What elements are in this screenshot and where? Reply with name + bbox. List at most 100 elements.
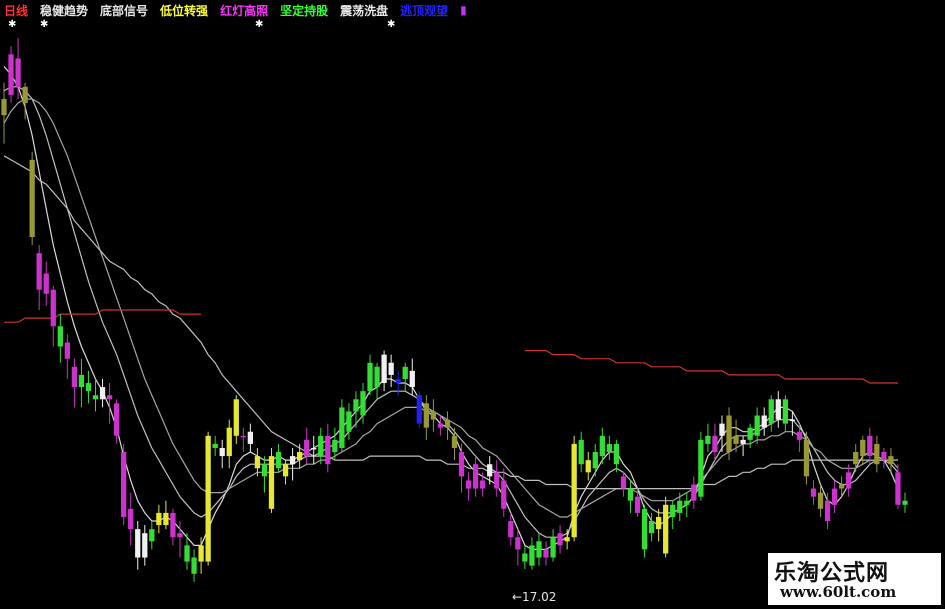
candle-body	[578, 439, 584, 465]
candle-body	[508, 521, 514, 538]
candle	[191, 549, 197, 582]
candle-body	[92, 395, 99, 400]
candle-body	[50, 289, 56, 327]
candle	[247, 423, 254, 453]
candle	[121, 443, 127, 526]
candle-body	[261, 464, 268, 477]
candle-body	[529, 545, 535, 566]
period-label[interactable]: 日线	[4, 2, 28, 19]
candle-body	[297, 452, 303, 461]
candle-body	[268, 456, 275, 509]
candle-body	[240, 435, 246, 438]
candle-body	[803, 439, 810, 477]
candle	[142, 525, 148, 566]
candle-body	[768, 399, 774, 424]
candle-body	[853, 452, 859, 465]
candle-body	[36, 253, 42, 290]
candle	[684, 492, 690, 517]
candle-body	[332, 439, 338, 453]
candle-body	[620, 476, 627, 489]
candle-body	[416, 395, 422, 424]
candle-body	[339, 407, 345, 448]
candle-body	[381, 354, 387, 384]
watermark: 乐淘公式网 www.60lt.com	[768, 553, 941, 605]
candle-body	[839, 484, 845, 489]
candle	[374, 362, 380, 400]
legend-low-turn-strong: 低位转强	[160, 3, 209, 18]
candle	[402, 362, 408, 392]
candle-body	[655, 516, 662, 530]
candle	[585, 452, 591, 481]
candle	[212, 435, 218, 457]
candle-body	[15, 58, 21, 87]
candle	[339, 399, 345, 453]
candle	[501, 468, 507, 517]
candle-body	[613, 443, 620, 465]
candle	[613, 439, 620, 473]
candle	[691, 476, 697, 509]
candle-body	[437, 423, 444, 428]
candle	[543, 541, 549, 566]
candle	[782, 395, 788, 432]
candle	[557, 525, 563, 554]
candle	[761, 407, 767, 436]
candle-body	[698, 439, 704, 497]
candle	[768, 395, 774, 432]
candle	[494, 460, 500, 497]
candle	[754, 407, 760, 444]
candle-body	[113, 403, 120, 436]
candle	[529, 537, 535, 570]
candle	[381, 350, 387, 392]
candle-body	[747, 427, 753, 440]
candle	[487, 456, 493, 485]
legend-hold-firmly: 坚定持股	[280, 3, 329, 18]
candle	[437, 415, 444, 436]
moving-average-line	[3, 86, 899, 538]
legend-shakeout: 震荡洗盘	[340, 3, 389, 18]
candle-body	[184, 545, 190, 562]
candle-body	[374, 366, 380, 388]
candle-body	[282, 464, 289, 477]
candle-body	[346, 411, 352, 432]
candle-body	[487, 464, 493, 477]
candle-body	[550, 537, 556, 558]
indicator-legend: 日线 稳健趋势 底部信号 低位转强 红灯高照 坚定持股 震荡洗盘 逃顶观望 ▮	[0, 0, 945, 20]
candle-body	[353, 399, 359, 412]
candle	[156, 504, 162, 534]
candle-body	[824, 500, 831, 522]
candle	[641, 504, 648, 558]
candle	[275, 443, 282, 473]
candle-body	[135, 529, 141, 558]
candle	[423, 395, 429, 440]
candle-body	[796, 431, 803, 440]
candle	[472, 456, 479, 497]
candle-body	[480, 480, 486, 489]
candle	[740, 435, 746, 457]
candle	[550, 529, 556, 562]
candle-body	[22, 86, 28, 104]
candle-body	[395, 378, 401, 384]
candle	[810, 480, 817, 505]
moving-average-line	[3, 155, 898, 490]
candle-body	[670, 504, 676, 517]
candle-body	[522, 553, 528, 562]
candle-body	[1, 98, 7, 116]
candle-body	[663, 504, 669, 554]
candle	[36, 245, 42, 310]
candle-body	[726, 415, 732, 453]
candle-body	[501, 480, 507, 509]
candle-body	[684, 500, 690, 505]
candle-body	[71, 366, 78, 388]
candle-body	[191, 557, 197, 574]
candle	[444, 411, 451, 440]
candle-body	[29, 159, 35, 237]
candle	[268, 447, 275, 513]
candle	[170, 508, 176, 546]
candle-body	[85, 383, 92, 392]
candle-body	[304, 439, 310, 457]
candle-body	[888, 456, 894, 465]
legend-bottom-signal: 底部信号	[100, 3, 149, 18]
candle-body	[543, 549, 549, 558]
candle	[824, 492, 831, 530]
candle-body	[691, 484, 697, 501]
